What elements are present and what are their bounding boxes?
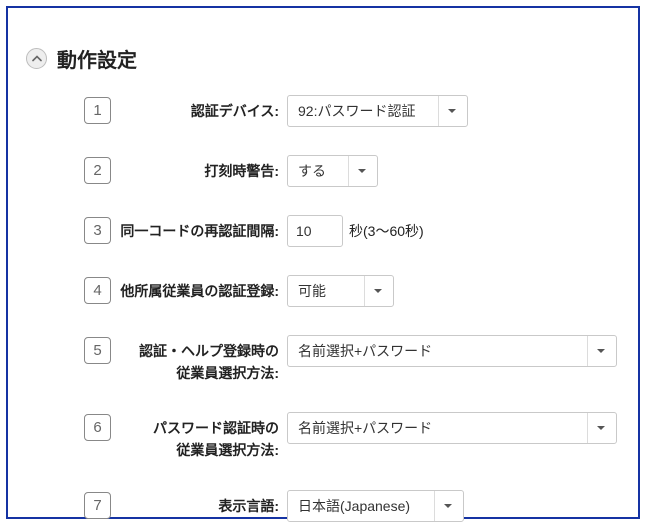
row-number-badge: 5 [84,337,111,364]
chevron-down-icon [357,166,367,176]
chevron-up-icon [32,54,42,64]
input-suffix: 秒(3～60秒) [349,221,424,241]
select-caret [364,276,383,306]
row-number-badge: 7 [84,492,111,519]
select-caret [348,156,367,186]
row-label: 認証・ヘルプ登録時の従業員選択方法: [111,335,287,384]
select[interactable]: 92:パスワード認証 [287,95,468,127]
row-label: 表示言語: [111,490,287,518]
row-label: 他所属従業員の認証登録: [111,275,287,303]
select-value: 日本語(Japanese) [298,496,424,516]
collapse-toggle[interactable] [26,48,47,69]
setting-row: 7表示言語: 日本語(Japanese) [8,490,638,522]
select-value: する [298,161,338,181]
row-control: 可能 [287,275,638,307]
row-number-badge: 6 [84,414,111,441]
select[interactable]: する [287,155,378,187]
interval-input[interactable] [287,215,343,247]
select-caret [587,336,606,366]
chevron-down-icon [596,346,606,356]
row-control: 秒(3～60秒) [287,215,638,247]
row-control: する [287,155,638,187]
select-value: 名前選択+パスワード [298,341,577,361]
row-number-badge: 2 [84,157,111,184]
setting-row: 5認証・ヘルプ登録時の従業員選択方法: 名前選択+パスワード [8,335,638,384]
row-label: 認証デバイス: [111,95,287,123]
chevron-down-icon [447,106,457,116]
section-header: 動作設定 [26,44,638,73]
row-label: 打刻時警告: [111,155,287,183]
row-control: 日本語(Japanese) [287,490,638,522]
section-title: 動作設定 [57,44,137,73]
select[interactable]: 日本語(Japanese) [287,490,464,522]
select-caret [434,491,453,521]
row-control: 名前選択+パスワード [287,412,638,444]
chevron-down-icon [596,423,606,433]
settings-rows: 1認証デバイス: 92:パスワード認証 2打刻時警告: する 3同一コードの再認証間隔:… [8,95,638,522]
select-value: 92:パスワード認証 [298,101,428,121]
chevron-down-icon [443,501,453,511]
row-label: パスワード認証時の従業員選択方法: [111,412,287,461]
row-control: 92:パスワード認証 [287,95,638,127]
settings-panel: 動作設定 1認証デバイス: 92:パスワード認証 2打刻時警告: する 3同一コードの再… [6,6,640,519]
select[interactable]: 可能 [287,275,394,307]
row-label: 同一コードの再認証間隔: [111,215,287,243]
setting-row: 2打刻時警告: する [8,155,638,187]
select-value: 名前選択+パスワード [298,418,577,438]
setting-row: 1認証デバイス: 92:パスワード認証 [8,95,638,127]
select[interactable]: 名前選択+パスワード [287,412,617,444]
row-number-badge: 3 [84,217,111,244]
row-control: 名前選択+パスワード [287,335,638,367]
select[interactable]: 名前選択+パスワード [287,335,617,367]
select-caret [438,96,457,126]
setting-row: 3同一コードの再認証間隔: 秒(3～60秒) [8,215,638,247]
select-caret [587,413,606,443]
row-number-badge: 4 [84,277,111,304]
setting-row: 6パスワード認証時の従業員選択方法: 名前選択+パスワード [8,412,638,461]
chevron-down-icon [373,286,383,296]
setting-row: 4他所属従業員の認証登録: 可能 [8,275,638,307]
row-number-badge: 1 [84,97,111,124]
select-value: 可能 [298,281,354,301]
